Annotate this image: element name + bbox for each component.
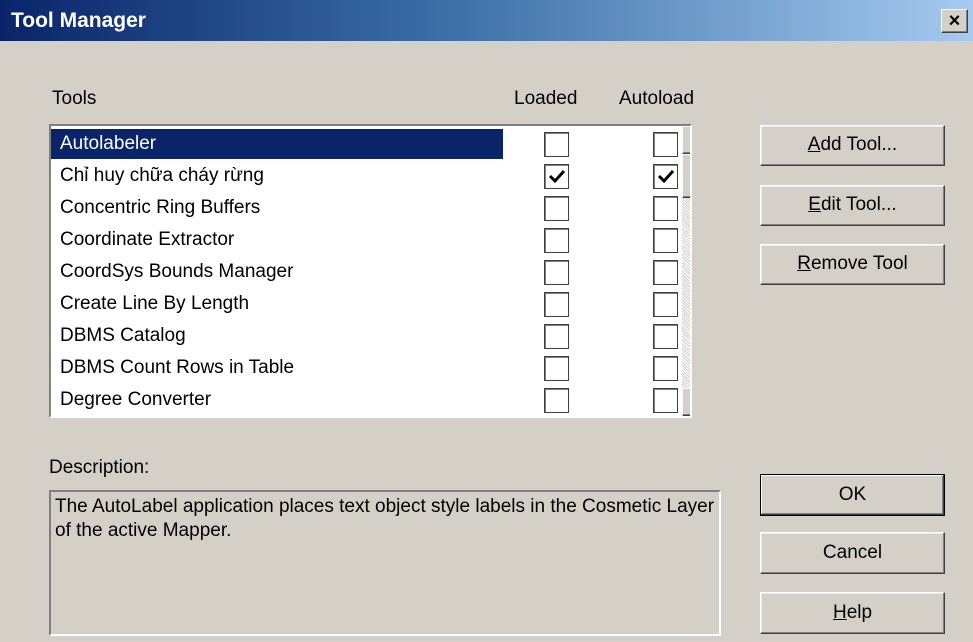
window-title: Tool Manager — [11, 9, 146, 32]
ok-label: OK — [838, 484, 867, 505]
list-scrollbar[interactable] — [682, 126, 692, 416]
loaded-checkbox[interactable] — [544, 356, 569, 381]
tool-name: Autolabeler — [51, 129, 503, 159]
tool-name: Concentric Ring Buffers — [60, 197, 261, 218]
autoload-checkbox[interactable] — [653, 388, 678, 413]
remove-tool-label: emove Tool — [810, 253, 908, 274]
autoload-checkbox[interactable] — [653, 132, 678, 157]
checkmark-icon — [548, 169, 566, 184]
loaded-checkbox[interactable] — [544, 228, 569, 253]
autoload-checkbox[interactable] — [653, 164, 678, 189]
tool-name: DBMS Catalog — [60, 325, 186, 346]
help-button[interactable]: Help — [760, 592, 945, 634]
loaded-checkbox[interactable] — [544, 292, 569, 317]
help-mnemonic: H — [832, 602, 847, 623]
remove-tool-mnemonic: R — [797, 253, 811, 274]
arrow-down-icon — [683, 389, 692, 415]
tool-name: Degree Converter — [60, 389, 212, 410]
edit-tool-button[interactable]: Edit Tool... — [760, 185, 945, 226]
tool-name: Coordinate Extractor — [60, 229, 235, 250]
description-text: The AutoLabel application places text ob… — [55, 496, 715, 541]
tools-list[interactable]: Autolabeler Chỉ huy chữa cháy rừng Concent… — [49, 124, 692, 418]
autoload-checkbox[interactable] — [653, 196, 678, 221]
tool-name: CoordSys Bounds Manager — [60, 261, 294, 282]
add-tool-label: dd Tool... — [820, 134, 898, 155]
list-item[interactable]: DBMS Count Rows in Table — [51, 352, 678, 384]
add-tool-mnemonic: A — [807, 134, 821, 155]
list-item[interactable]: DBMS Catalog — [51, 320, 678, 352]
cancel-button[interactable]: Cancel — [760, 532, 945, 574]
ok-button[interactable]: OK — [760, 474, 945, 516]
tool-name: Create Line By Length — [60, 293, 250, 314]
list-item[interactable]: Concentric Ring Buffers — [51, 192, 678, 224]
autoload-checkbox[interactable] — [653, 292, 678, 317]
list-item[interactable]: Autolabeler — [51, 128, 678, 160]
autoload-checkbox[interactable] — [653, 324, 678, 349]
autoload-checkbox[interactable] — [653, 228, 678, 253]
close-button[interactable]: × — [941, 9, 968, 33]
cancel-label: Cancel — [822, 542, 883, 563]
scroll-up-button[interactable] — [682, 126, 692, 154]
list-item[interactable]: CoordSys Bounds Manager — [51, 256, 678, 288]
list-item[interactable]: Chỉ huy chữa cháy rừng — [51, 160, 678, 192]
loaded-column-header: Loaded — [514, 88, 578, 109]
loaded-checkbox[interactable] — [544, 260, 569, 285]
close-icon: × — [948, 10, 961, 32]
loaded-checkbox[interactable] — [544, 324, 569, 349]
description-box: The AutoLabel application places text ob… — [49, 490, 721, 636]
arrow-up-icon — [683, 127, 692, 153]
autoload-column-header: Autoload — [619, 88, 695, 109]
loaded-checkbox[interactable] — [544, 388, 569, 413]
help-label: elp — [846, 602, 873, 623]
remove-tool-button[interactable]: Remove Tool — [760, 244, 945, 285]
scroll-down-button[interactable] — [682, 388, 692, 416]
loaded-checkbox[interactable] — [544, 196, 569, 221]
scroll-thumb[interactable] — [682, 154, 690, 198]
list-item[interactable]: Create Line By Length — [51, 288, 678, 320]
add-tool-button[interactable]: Add Tool... — [760, 125, 945, 166]
loaded-checkbox[interactable] — [544, 132, 569, 157]
tools-column-header: Tools — [52, 88, 97, 109]
list-item[interactable]: Degree Converter — [51, 384, 678, 416]
edit-tool-label: dit Tool... — [820, 194, 897, 215]
loaded-checkbox[interactable] — [544, 164, 569, 189]
tool-name: DBMS Count Rows in Table — [60, 357, 295, 378]
autoload-checkbox[interactable] — [653, 356, 678, 381]
autoload-checkbox[interactable] — [653, 260, 678, 285]
edit-tool-mnemonic: E — [808, 194, 821, 215]
title-bar: Tool Manager × — [0, 0, 973, 42]
tool-name: Chỉ huy chữa cháy rừng — [60, 165, 264, 186]
checkmark-icon — [657, 169, 675, 184]
list-item[interactable]: Coordinate Extractor — [51, 224, 678, 256]
description-label: Description: — [49, 457, 150, 478]
